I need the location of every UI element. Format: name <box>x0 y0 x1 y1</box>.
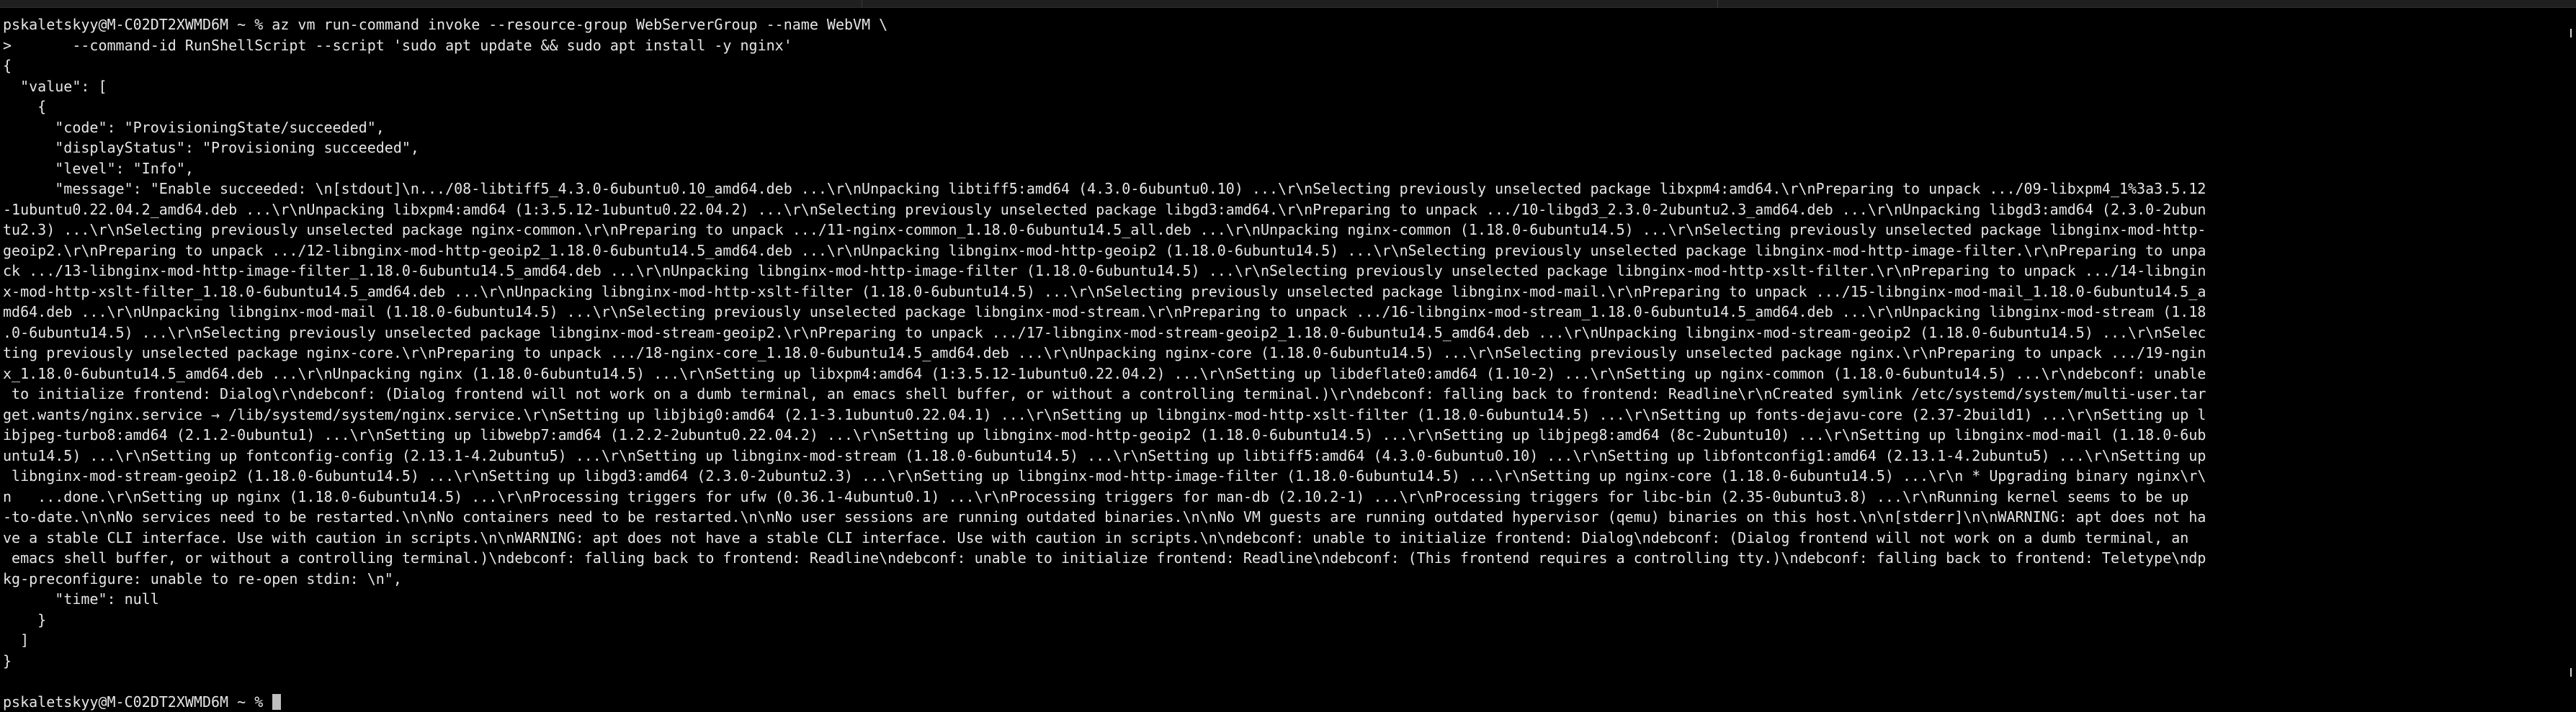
output-line: ck .../13-libnginx-mod-http-image-filter… <box>3 261 2567 281</box>
output-line: tu2.3) ...\r\nSelecting previously unsel… <box>3 220 2567 240</box>
shell-prompt: pskaletskyy@M-C02DT2XWMD6M ~ % <box>3 16 272 33</box>
output-line: kg-preconfigure: unable to re-open stdin… <box>3 569 2567 590</box>
output-line: x-mod-http-xslt-filter_1.18.0-6ubuntu14.… <box>3 281 2567 302</box>
text-cursor <box>272 694 281 710</box>
output-line: x_1.18.0-6ubuntu14.5_amd64.deb ...\r\nUn… <box>3 364 2567 384</box>
terminal-tab-bar[interactable] <box>0 0 2576 8</box>
output-line: -to-date.\n\nNo services need to be rest… <box>3 507 2567 528</box>
output-line: "value": [ <box>3 76 2567 97</box>
output-line: emacs shell buffer, or without a control… <box>3 548 2567 569</box>
output-line: n ...done.\r\nSetting up nginx (1.18.0-6… <box>3 487 2567 508</box>
output-line: ting previously unselected package nginx… <box>3 343 2567 364</box>
output-line: get.wants/nginx.service → /lib/systemd/s… <box>3 405 2567 425</box>
output-line: -1ubuntu0.22.04.2_amd64.deb ...\r\nUnpac… <box>3 199 2567 220</box>
output-line: geoip2.\r\nPreparing to unpack .../12-li… <box>3 240 2567 261</box>
command-continuation-line: > --command-id RunShellScript --script '… <box>3 35 2567 56</box>
output-line: { <box>3 96 2567 117</box>
output-line: "message": "Enable succeeded: \n[stdout]… <box>3 179 2567 199</box>
tab-divider <box>1717 0 1718 7</box>
output-line: "displayStatus": "Provisioning succeeded… <box>3 138 2567 158</box>
output-line: "level": "Info", <box>3 158 2567 179</box>
terminal-window[interactable]: pskaletskyy@M-C02DT2XWMD6M ~ % az vm run… <box>3 14 2567 706</box>
current-prompt-line[interactable]: pskaletskyy@M-C02DT2XWMD6M ~ % <box>3 692 2567 712</box>
output-line: ] <box>3 630 2567 651</box>
output-line: "time": null <box>3 589 2567 610</box>
command-text-continued: --command-id RunShellScript --script 'su… <box>12 37 792 54</box>
output-line: untu14.5) ...\r\nSetting up fontconfig-c… <box>3 446 2567 467</box>
output-line: to initialize frontend: Dialog\r\ndebcon… <box>3 384 2567 405</box>
output-line: libnginx-mod-stream-geoip2 (1.18.0-6ubun… <box>3 466 2567 487</box>
scrollback-marker <box>2570 29 2572 37</box>
output-line <box>3 671 2567 692</box>
output-line: ve a stable CLI interface. Use with caut… <box>3 528 2567 549</box>
scrollback-marker <box>2570 668 2572 677</box>
output-line: "code": "ProvisioningState/succeeded", <box>3 117 2567 138</box>
continuation-marker: > <box>3 37 12 54</box>
command-line: pskaletskyy@M-C02DT2XWMD6M ~ % az vm run… <box>3 14 2567 35</box>
output-line: { <box>3 55 2567 76</box>
output-line: } <box>3 651 2567 672</box>
output-line: } <box>3 610 2567 631</box>
output-line: ibjpeg-turbo8:amd64 (2.1.2-0ubuntu1) ...… <box>3 425 2567 446</box>
shell-prompt: pskaletskyy@M-C02DT2XWMD6M ~ % <box>3 693 272 711</box>
command-output: { "value": [ { "code": "ProvisioningStat… <box>3 55 2567 692</box>
output-line: md64.deb ...\r\nUnpacking libnginx-mod-m… <box>3 302 2567 323</box>
command-text: az vm run-command invoke --resource-grou… <box>272 16 887 33</box>
output-line: .0-6ubuntu14.5) ...\r\nSelecting previou… <box>3 323 2567 343</box>
